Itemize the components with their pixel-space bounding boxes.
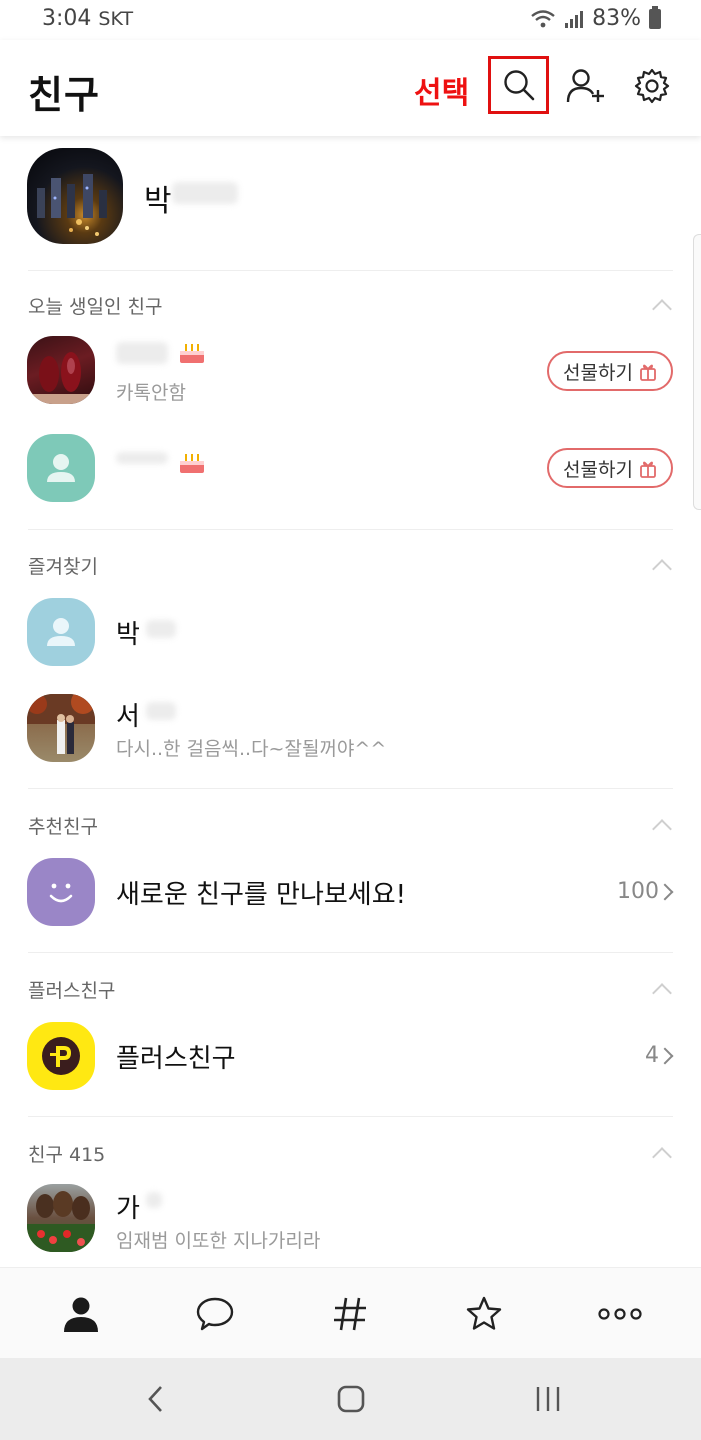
default-avatar[interactable] (27, 598, 95, 666)
chevron-right-icon (656, 883, 674, 901)
collapse-plus-icon[interactable] (652, 983, 672, 1003)
friend-row[interactable]: 가 임재범 이또한 지나가리라 (0, 1180, 701, 1264)
settings-button[interactable] (632, 66, 672, 106)
recommended-label: 새로운 친구를 만나보세요! (116, 880, 407, 910)
app-header: 친구 선택 (0, 40, 701, 136)
favorites-section-title: 즐겨찾기 (28, 556, 98, 578)
redacted-name (172, 182, 238, 204)
friend-avatar[interactable] (27, 1184, 95, 1252)
bottom-tab-bar (0, 1267, 701, 1358)
star-icon (466, 1296, 502, 1330)
recommended-section-title: 추천친구 (28, 816, 98, 838)
redacted-name (146, 1192, 162, 1208)
favorite-friend-row[interactable]: 박 (0, 592, 701, 672)
birthday-cake-icon (180, 344, 204, 363)
friends-list[interactable]: 박 오늘 생일인 친구 카톡안함 선물하기 선물하기 즐겨찾기 박 서 다시..… (0, 136, 701, 1267)
home-icon (337, 1385, 365, 1413)
hashtag-icon (334, 1297, 366, 1330)
signal-icon (565, 10, 584, 28)
jars-flowers-photo (27, 1191, 95, 1252)
tab-chats[interactable] (145, 1268, 285, 1359)
search-button[interactable] (488, 56, 549, 114)
collapse-recommended-icon[interactable] (652, 819, 672, 839)
person-icon (47, 618, 75, 646)
birthday-friend-row[interactable]: 선물하기 (0, 428, 701, 508)
select-label: 선택 (414, 76, 470, 111)
friend-avatar[interactable] (27, 336, 95, 404)
collapse-birthday-icon[interactable] (652, 299, 672, 319)
redacted-name (146, 620, 176, 638)
recent-apps-button[interactable] (518, 1372, 578, 1426)
plus-section-title: 플러스친구 (28, 980, 116, 1002)
tab-hashtag[interactable] (280, 1268, 420, 1359)
wifi-icon (531, 9, 555, 27)
friend-name: 박 (116, 620, 140, 650)
divider (28, 529, 673, 530)
plus-friend-label: 플러스친구 (116, 1044, 236, 1074)
tab-shopping[interactable] (414, 1268, 554, 1359)
friends-section-title: 친구 415 (28, 1144, 106, 1166)
add-friend-icon (566, 69, 604, 103)
plus-friend-avatar[interactable] (27, 1022, 95, 1090)
add-friend-button[interactable] (566, 66, 606, 106)
gift-icon (640, 364, 656, 381)
search-icon (503, 70, 534, 101)
plus-friend-logo-icon (42, 1037, 80, 1075)
collapse-friends-icon[interactable] (652, 1147, 672, 1167)
status-indicators: 83% (530, 5, 661, 31)
favorite-friend-row[interactable]: 서 다시..한 걸음씩..다~잘될꺼야^^ (0, 688, 701, 772)
system-navigation-bar (0, 1358, 701, 1440)
my-profile-name: 박 (144, 184, 172, 219)
birthday-friend-row[interactable]: 카톡안함 선물하기 (0, 332, 701, 412)
friend-avatar[interactable] (27, 694, 95, 762)
tab-more[interactable] (550, 1268, 690, 1359)
battery-icon (649, 5, 661, 29)
back-button[interactable] (126, 1372, 186, 1426)
city-night-photo (37, 174, 107, 236)
gear-icon (634, 68, 670, 104)
smile-face-icon (49, 883, 73, 903)
divider (28, 788, 673, 789)
gift-icon (640, 461, 656, 478)
send-gift-button[interactable]: 선물하기 (547, 448, 673, 488)
friend-status: 다시..한 걸음씩..다~잘될꺼야^^ (116, 738, 387, 760)
tab-friends[interactable] (11, 1268, 151, 1359)
status-time: 3:04 SKT (42, 6, 134, 31)
redacted-name (116, 342, 168, 364)
default-avatar[interactable] (27, 434, 95, 502)
couple-photo (27, 694, 95, 754)
my-profile-avatar[interactable] (27, 148, 123, 244)
recent-apps-icon (536, 1387, 560, 1411)
home-button[interactable] (321, 1372, 381, 1426)
divider (28, 1116, 673, 1117)
divider (28, 270, 673, 271)
battery-percent: 83% (592, 6, 641, 31)
more-icon (598, 1307, 642, 1320)
chat-icon (196, 1297, 234, 1330)
back-icon (148, 1386, 162, 1412)
friend-status: 임재범 이또한 지나가리라 (116, 1230, 321, 1252)
friend-name: 서 (116, 702, 140, 732)
friends-icon (64, 1297, 98, 1332)
status-bar: 3:04 SKT 83% (0, 0, 701, 40)
friend-status: 카톡안함 (116, 382, 186, 404)
page-title: 친구 (28, 73, 100, 117)
my-profile-row[interactable]: 박 (0, 136, 701, 272)
redacted-name (116, 452, 168, 464)
plus-friends-row[interactable]: 플러스친구 4 (0, 1016, 701, 1098)
recommended-count: 100 (617, 879, 659, 904)
collapse-favorites-icon[interactable] (652, 559, 672, 579)
recommended-friends-row[interactable]: 새로운 친구를 만나보세요! 100 (0, 852, 701, 934)
chevron-right-icon (656, 1047, 674, 1065)
nail-photo (27, 352, 95, 404)
birthday-section-title: 오늘 생일인 친구 (28, 296, 163, 318)
send-gift-button[interactable]: 선물하기 (547, 351, 673, 391)
person-icon (47, 454, 75, 482)
birthday-cake-icon (180, 454, 204, 473)
divider (28, 952, 673, 953)
recommend-avatar[interactable] (27, 858, 95, 926)
redacted-name (146, 702, 176, 720)
friend-name: 가 (116, 1194, 140, 1224)
